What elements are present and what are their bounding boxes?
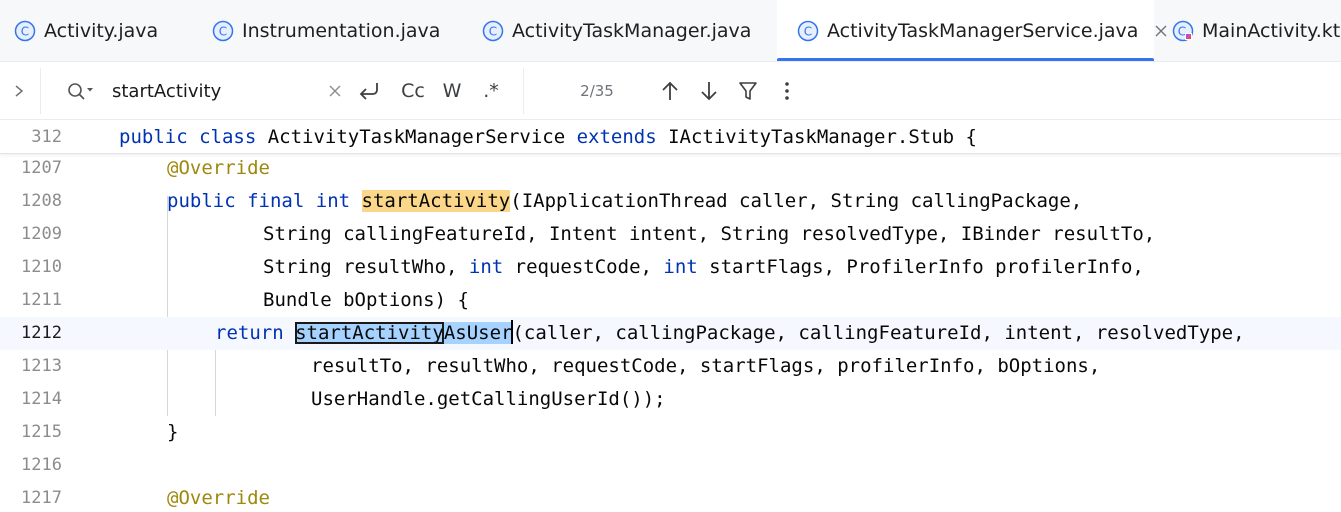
tab-activity-java[interactable]: C Activity.java [0, 0, 198, 61]
tab-label: MainActivity.kt [1202, 20, 1341, 42]
code-text: requestCode, [503, 256, 664, 278]
keyword: public [119, 126, 188, 148]
annotation: @Override [167, 487, 270, 509]
line-number: 1215 [21, 422, 62, 442]
svg-text:C: C [1178, 25, 1186, 39]
code-line: 1209 String callingFeatureId, Intent int… [0, 218, 1341, 251]
current-search-match[interactable]: startActivity [295, 322, 444, 344]
divider [523, 68, 524, 114]
keyword: return [215, 322, 284, 344]
line-code: String resultWho, int requestCode, int s… [263, 251, 1144, 284]
code-line: 1211 Bundle bOptions) { [0, 284, 1341, 317]
tab-label: Activity.java [44, 20, 159, 42]
tab-label: ActivityTaskManagerService.java [827, 20, 1139, 42]
line-number: 1217 [21, 488, 62, 508]
keyword: public [167, 190, 236, 212]
editor-tab-bar: C Activity.java C Instrumentation.java C… [0, 0, 1341, 62]
line-code: Bundle bOptions) { [263, 289, 469, 311]
java-class-icon: C [482, 20, 504, 42]
regex-toggle[interactable]: .* [476, 62, 506, 120]
line-code: public final int startActivity(IApplicat… [167, 185, 1082, 218]
kotlin-class-icon: C [1172, 20, 1194, 42]
keyword: extends [576, 126, 657, 148]
code-line: 1210 String resultWho, int requestCode, … [0, 251, 1341, 284]
line-number: 1209 [21, 224, 62, 244]
sticky-code: public class ActivityTaskManagerService … [119, 120, 977, 153]
line-number: 1211 [21, 290, 62, 310]
tab-label: Instrumentation.java [242, 20, 441, 42]
match-case-toggle[interactable]: Cc [396, 62, 430, 120]
sticky-scope-line[interactable]: 312 public class ActivityTaskManagerServ… [0, 120, 1341, 154]
tab-instrumentation-java[interactable]: C Instrumentation.java [198, 0, 468, 61]
svg-text:C: C [804, 25, 812, 39]
tab-activitytaskmanager-java[interactable]: C ActivityTaskManager.java [468, 0, 777, 61]
keyword: int [315, 190, 351, 212]
tab-label: ActivityTaskManager.java [512, 20, 752, 42]
line-code: } [167, 421, 179, 443]
code-editor[interactable]: 1207 @Override 1208 public final int sta… [0, 152, 1341, 512]
line-code: String callingFeatureId, Intent intent, … [263, 223, 1156, 245]
match-case-label: Cc [401, 80, 425, 102]
tab-activitytaskmanagerservice-java[interactable]: C ActivityTaskManagerService.java [777, 0, 1167, 61]
code-text: (caller, callingPackage, callingFeatureI… [512, 322, 1245, 344]
keyword: class [199, 126, 257, 148]
search-query: startActivity [112, 80, 222, 102]
clear-search-icon[interactable] [322, 62, 348, 120]
search-match-highlight[interactable]: startActivity [361, 190, 511, 212]
svg-text:C: C [21, 25, 29, 39]
svg-text:C: C [219, 25, 227, 39]
line-number: 1207 [21, 158, 62, 178]
java-class-icon: C [14, 20, 36, 42]
current-code-line: 1212 return startActivityAsUser(caller, … [0, 317, 1341, 350]
line-code: @Override [167, 152, 270, 185]
whole-words-toggle[interactable]: W [438, 62, 466, 120]
line-number: 1208 [21, 191, 62, 211]
filter-icon[interactable] [733, 62, 763, 120]
java-class-icon: C [212, 20, 234, 42]
line-code: return startActivityAsUser(caller, calli… [215, 317, 1245, 350]
java-class-icon: C [797, 20, 819, 42]
code-line: 1214 UserHandle.getCallingUserId()); [0, 383, 1341, 416]
code-line: 1217 @Override [0, 482, 1341, 512]
search-history-icon[interactable] [64, 62, 98, 120]
annotation: @Override [167, 157, 270, 179]
line-number: 312 [31, 127, 62, 147]
match-count: 2/35 [580, 82, 614, 100]
code-line: 1208 public final int startActivity(IApp… [0, 185, 1341, 218]
match-counter: 2/35 [572, 62, 622, 120]
more-options-icon[interactable] [774, 62, 800, 120]
line-number: 1216 [21, 455, 62, 475]
find-bar: startActivity Cc W .* 2/35 [0, 62, 1341, 120]
class-name: ActivityTaskManagerService [256, 126, 577, 148]
tab-mainactivity-kt[interactable]: C MainActivity.kt [1154, 0, 1341, 61]
line-code: UserHandle.getCallingUserId()); [311, 388, 666, 410]
line-code: @Override [167, 482, 270, 512]
expand-replace-chevron-icon[interactable] [6, 62, 32, 120]
code-line: 1213 resultTo, resultWho, requestCode, s… [0, 350, 1341, 383]
code-line: 1215 } [0, 416, 1341, 449]
line-number: 1214 [21, 389, 62, 409]
line-number: 1210 [21, 257, 62, 277]
line-number: 1212 [21, 323, 62, 343]
selection-text: AsUser [443, 322, 513, 344]
code-text: startFlags, ProfilerInfo profilerInfo, [697, 256, 1144, 278]
line-code: resultTo, resultWho, requestCode, startF… [311, 355, 1101, 377]
line-number: 1213 [21, 356, 62, 376]
keyword: int [663, 256, 698, 278]
divider [40, 68, 41, 114]
keyword: int [468, 256, 504, 278]
code-text: (IApplicationThread caller, String calli… [510, 190, 1083, 212]
whole-words-label: W [442, 80, 462, 102]
regex-label: .* [483, 80, 499, 102]
new-line-icon[interactable] [354, 62, 384, 120]
next-occurrence-icon[interactable] [694, 62, 724, 120]
search-input[interactable]: startActivity [112, 62, 312, 120]
code-line: 1216 [0, 449, 1341, 482]
keyword: final [247, 190, 305, 212]
code-text: String resultWho, [263, 256, 469, 278]
superclass-name: IActivityTaskManager.Stub { [656, 126, 977, 148]
previous-occurrence-icon[interactable] [655, 62, 685, 120]
svg-text:C: C [489, 25, 497, 39]
code-line: 1207 @Override [0, 152, 1341, 185]
